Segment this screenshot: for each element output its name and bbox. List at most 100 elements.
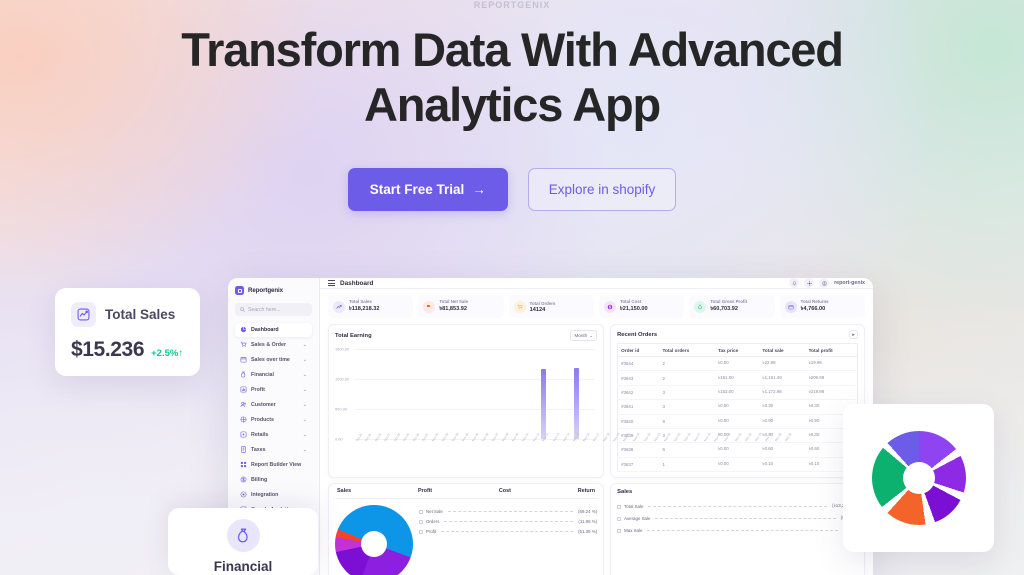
start-free-trial-button[interactable]: Start Free Trial → xyxy=(347,168,508,211)
pie-icon xyxy=(240,326,247,333)
sidebar-item-sales-order[interactable]: Sales & Order ⌄ xyxy=(235,338,312,352)
table-row[interactable]: #3641 3 ৳0.00 ৳0.30 ৳0.30 xyxy=(617,399,858,415)
stat-card[interactable]: Total Orders 14124 xyxy=(508,295,594,318)
table-cell: ৳0.00 xyxy=(714,414,760,429)
return-box-icon xyxy=(784,300,797,313)
cart-icon xyxy=(240,341,247,348)
sidebar-item-sales-over-time[interactable]: Sales over time ⌄ xyxy=(235,353,312,367)
table-header-cell: Order id xyxy=(617,343,660,357)
next-page-button[interactable]: ▸ xyxy=(849,330,858,339)
checkbox-icon[interactable] xyxy=(419,529,423,534)
sidebar-item-label: Integration xyxy=(251,491,279,498)
table-row[interactable]: #3643 2 ৳151.50 ৳1,161.49 ৳209.99 xyxy=(617,370,858,386)
table-row[interactable]: #3642 3 ৳153.00 ৳1,172.98 ৳219.98 xyxy=(617,385,858,401)
checkbox-icon[interactable] xyxy=(617,504,622,509)
table-cell: ৳0.00 xyxy=(714,399,760,415)
sidebar-item-financial[interactable]: Financial ⌄ xyxy=(235,368,312,382)
checkbox-icon[interactable] xyxy=(419,509,423,514)
recent-orders-title: Recent Orders xyxy=(617,331,658,338)
sales-summary-item[interactable]: Max Sale(৳1.60 ) xyxy=(617,527,858,534)
table-cell: 2 xyxy=(659,370,715,386)
stat-card[interactable]: Total Sales ৳118,218.32 xyxy=(328,295,414,318)
stat-label: Total Gross Profit xyxy=(710,299,748,304)
stat-card[interactable]: Total Returns ৳4,766.00 xyxy=(779,295,865,318)
range-selector[interactable]: Month ⌄ xyxy=(570,330,598,341)
sidebar-item-label: Products xyxy=(251,416,274,423)
table-row[interactable]: #3644 2 ৳0.00 ৳22.98 ৳19.98 xyxy=(617,356,858,372)
tab-profit[interactable]: Profit xyxy=(416,484,434,498)
sidebar-item-customer[interactable]: Customer ⌄ xyxy=(235,398,312,412)
sidebar-item-products[interactable]: Products ⌄ xyxy=(235,413,312,427)
stat-card[interactable]: Total Cost ৳21,150.00 xyxy=(598,295,685,318)
avatar[interactable] xyxy=(819,278,830,288)
y-axis-tick: 1000.00 xyxy=(335,376,350,382)
drop-icon xyxy=(694,300,707,313)
dashboard-main: Dashboard report-genix Total Sales ৳118,2… xyxy=(320,278,873,575)
checkbox-icon[interactable] xyxy=(419,519,423,524)
line-chart-icon xyxy=(71,302,96,327)
table-row[interactable]: #3640 9 ৳0.00 ৳0.90 ৳0.90 xyxy=(617,414,858,429)
sales-summary-item[interactable]: Average Sale(৳34.54 ) xyxy=(617,515,858,522)
tab-return[interactable]: Return xyxy=(576,484,597,498)
sidebar-item-billing[interactable]: Billing xyxy=(235,473,312,487)
stat-cards-row: Total Sales ৳118,218.32 Total Net Sale ৳81,… xyxy=(320,289,873,322)
shop-icon xyxy=(240,431,247,438)
cta-row: Start Free Trial → Explore in shopify xyxy=(0,168,1024,211)
stat-label: Total Sales xyxy=(349,299,372,304)
checkbox-icon[interactable] xyxy=(617,528,622,533)
table-row[interactable]: #3637 1 ৳0.00 ৳0.10 ৳0.10 xyxy=(617,457,858,473)
legend-item[interactable]: Net Sale (69.24 %) xyxy=(419,509,597,514)
search-input[interactable]: Search here... xyxy=(235,303,312,316)
stat-value: ৳60,703.92 xyxy=(710,306,738,312)
panels-row-1: Total Earning Month ⌄ 1500.00 1000.00 500.… xyxy=(320,322,873,478)
stat-label: Total Cost xyxy=(619,299,642,304)
tab-cost[interactable]: Cost xyxy=(497,484,513,498)
dashboard-mockup: Reportgenix Search here... Dashboard Sale… xyxy=(228,278,873,575)
sidebar-item-retails[interactable]: Retails ⌄ xyxy=(235,428,312,442)
breakdown-donut-chart xyxy=(335,505,413,575)
panel-header: Recent Orders ▸ xyxy=(617,330,858,339)
total-earning-panel: Total Earning Month ⌄ 1500.00 1000.00 500.… xyxy=(328,324,793,478)
checkbox-icon[interactable] xyxy=(617,516,622,521)
bar[interactable] xyxy=(540,368,546,439)
chart-up-icon xyxy=(333,300,345,313)
explore-in-shopify-button[interactable]: Explore in shopify xyxy=(527,168,677,211)
start-free-trial-label: Start Free Trial xyxy=(369,182,465,197)
search-placeholder: Search here... xyxy=(248,306,281,313)
sidebar-item-profit[interactable]: Profit ⌄ xyxy=(235,383,312,397)
stat-card[interactable]: Total Gross Profit ৳60,703.92 xyxy=(689,295,775,318)
chevron-down-icon: ⌄ xyxy=(302,431,307,438)
y-axis-tick: 0.00 xyxy=(335,436,343,442)
table-cell: #3644 xyxy=(617,356,660,372)
dotted-leader xyxy=(648,506,828,507)
table-header-row: Order id Total orders Tax price Total sale T… xyxy=(617,343,858,357)
table-cell: 3 xyxy=(659,385,715,401)
sidebar-item-taxes[interactable]: Taxes ⌄ xyxy=(235,443,312,457)
dashboard-topbar: Dashboard report-genix xyxy=(320,278,873,289)
donut-chart-floating-card xyxy=(843,404,994,552)
sales-summary-item[interactable]: Total Sale(৳13,229.60 ) xyxy=(617,503,858,510)
bar[interactable] xyxy=(573,368,579,439)
table-cell: ৳151.50 xyxy=(714,370,760,386)
sales-summary-label: Total Sale xyxy=(624,504,644,509)
range-label: Month xyxy=(574,333,588,338)
sidebar-item-report-builder-view[interactable]: Report Builder View xyxy=(235,458,312,472)
gear-icon[interactable] xyxy=(804,278,815,288)
legend-item[interactable]: Orders (11.95 %) xyxy=(419,519,597,524)
bell-icon[interactable] xyxy=(789,278,800,288)
topbar-actions: report-genix xyxy=(789,278,865,288)
stat-card[interactable]: Total Net Sale ৳81,853.92 xyxy=(418,295,504,318)
financial-label: Financial xyxy=(213,559,273,574)
y-axis-tick: 1500.00 xyxy=(335,346,350,352)
sales-summary-panel: Sales Total Sale(৳13,229.60 ) Average Sal… xyxy=(610,483,865,575)
stat-value: ৳118,218.32 xyxy=(349,306,380,312)
chevron-down-icon: ⌄ xyxy=(302,386,307,393)
tab-sales[interactable]: Sales xyxy=(335,484,353,498)
table-cell: ৳0.30 xyxy=(759,399,806,415)
total-earning-title: Total Earning xyxy=(335,332,372,339)
legend-item[interactable]: Profit (51.35 %) xyxy=(419,529,597,534)
hamburger-menu-icon[interactable] xyxy=(328,280,335,286)
legend-value: (51.35 %) xyxy=(578,529,598,534)
sidebar-item-dashboard[interactable]: Dashboard xyxy=(235,323,312,337)
sidebar-item-integration[interactable]: Integration xyxy=(235,488,312,502)
